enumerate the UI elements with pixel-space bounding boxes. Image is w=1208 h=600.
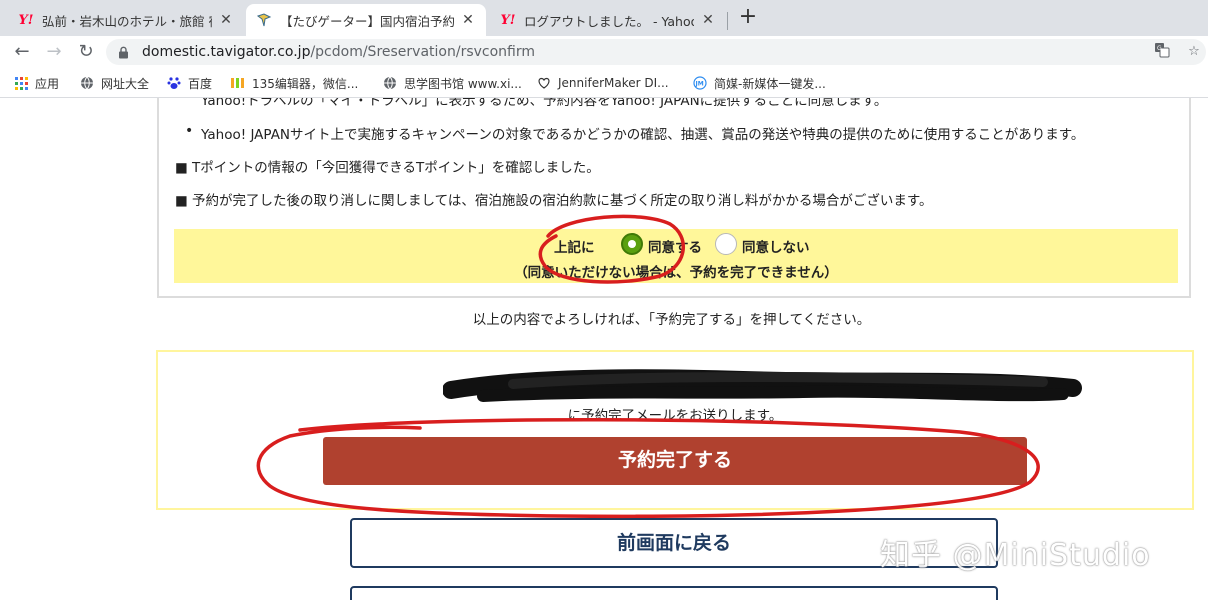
terms-box: Yahoo!トラベルの「マイ・トラベル」に表示するため、予約内容をYahoo! …	[157, 98, 1191, 298]
svg-text:G: G	[1157, 45, 1162, 52]
star-icon[interactable]: ☆	[1184, 42, 1204, 62]
mail-note: に予約完了メールをお送りします。	[567, 408, 783, 424]
bookmark-jianmei[interactable]: JM 简媒-新媒体一键发...	[693, 74, 826, 92]
redacted-email-scribble	[443, 369, 1082, 402]
url-path: /pcdom/Sreservation/rsvconfirm	[310, 44, 536, 60]
agree-radio[interactable]	[621, 233, 643, 255]
bookmarks-bar: 应用 网址大全 百度 135编辑器，微信... 思学图书馆 www.xi... …	[0, 68, 1208, 98]
svg-text:JM: JM	[695, 81, 704, 88]
baidu-paw-icon	[167, 76, 181, 90]
heart-scissors-icon	[537, 76, 551, 90]
tab-tabigator[interactable]: 【たびゲーター】国内宿泊予約 ✕	[246, 4, 486, 36]
tab-hotel-search[interactable]: Y! 弘前・岩木山のホテル・旅館 宿 ✕	[8, 4, 244, 36]
135-editor-icon	[231, 76, 245, 90]
tab-title: ログアウトしました。 - Yahoo!	[524, 13, 694, 29]
yahoo-icon: Y!	[18, 12, 34, 28]
url-text: domestic.tavigator.co.jp/pcdom/Sreservat…	[142, 39, 535, 65]
bookmark-label: JenniferMaker DI...	[558, 76, 669, 90]
bookmark-135-editor[interactable]: 135编辑器，微信...	[231, 74, 358, 92]
tabigator-icon	[256, 12, 272, 28]
secondary-button[interactable]	[350, 586, 998, 600]
bookmark-url-directory[interactable]: 网址大全	[80, 74, 149, 92]
terms-bullet: Yahoo!トラベルの「マイ・トラベル」に表示するため、予約内容をYahoo! …	[185, 98, 887, 109]
lock-icon	[118, 39, 129, 65]
address-bar[interactable]: domestic.tavigator.co.jp/pcdom/Sreservat…	[106, 39, 1206, 65]
tab-title: 弘前・岩木山のホテル・旅館 宿	[42, 13, 212, 29]
globe-icon	[383, 76, 397, 90]
back-arrow-icon[interactable]: ←	[10, 40, 34, 64]
radio-dot	[628, 240, 636, 248]
bookmark-label: 应用	[35, 76, 60, 91]
browser-toolbar: ← → ↻ domestic.tavigator.co.jp/pcdom/Sre…	[0, 36, 1208, 68]
bookmark-label: 思学图书馆 www.xi...	[404, 76, 522, 91]
close-icon[interactable]: ✕	[460, 12, 476, 28]
bookmark-label: 135编辑器，微信...	[252, 76, 359, 91]
apps-grid-icon	[14, 76, 28, 90]
globe-icon	[80, 76, 94, 90]
tab-separator	[727, 12, 728, 30]
agree-label[interactable]: 同意する	[648, 236, 702, 256]
terms-note-cancellation: ■ 予約が完了した後の取り消しに関しましては、宿泊施設の宿泊約款に基づく所定の取…	[175, 193, 933, 209]
agreement-warning: （同意いただけない場合は、予約を完了できません）	[514, 265, 838, 281]
url-domain: domestic.tavigator.co.jp	[142, 44, 311, 60]
yahoo-icon: Y!	[500, 12, 516, 28]
agreement-prefix: 上記に	[554, 240, 595, 256]
bookmark-label: 简媒-新媒体一键发...	[714, 76, 826, 91]
browser-tab-bar: Y! 弘前・岩木山のホテル・旅館 宿 ✕ 【たびゲーター】国内宿泊予約 ✕ Y!…	[0, 0, 1208, 36]
disagree-label[interactable]: 同意しない	[742, 236, 810, 256]
zhihu-watermark: 知乎 @MiniStudio	[880, 538, 1151, 573]
disagree-radio[interactable]	[715, 233, 737, 255]
agreement-row: 上記に 同意する 同意しない	[174, 229, 1178, 259]
confirm-instruction: 以上の内容でよろしければ、「予約完了する」を押してください。	[472, 312, 871, 328]
tab-title: 【たびゲーター】国内宿泊予約	[280, 13, 454, 29]
bookmark-jennifermaker[interactable]: JenniferMaker DI...	[537, 74, 669, 92]
new-tab-button[interactable]: +	[736, 6, 760, 30]
reload-icon[interactable]: ↻	[74, 40, 98, 64]
bookmark-baidu[interactable]: 百度	[167, 74, 212, 92]
tab-yahoo-logout[interactable]: Y! ログアウトしました。 - Yahoo! ✕	[490, 4, 726, 36]
translate-icon[interactable]: G	[1152, 42, 1172, 62]
jm-circle-icon: JM	[693, 76, 707, 90]
terms-note-tpoint: ■ Tポイントの情報の「今回獲得できるTポイント」を確認しました。	[175, 160, 600, 176]
complete-reservation-button[interactable]: 予約完了する	[323, 437, 1027, 485]
bookmark-apps[interactable]: 应用	[14, 74, 59, 92]
close-icon[interactable]: ✕	[700, 12, 716, 28]
agreement-panel: 上記に 同意する 同意しない （同意いただけない場合は、予約を完了できません）	[174, 229, 1178, 283]
terms-bullet: Yahoo! JAPANサイト上で実施するキャンペーンの対象であるかどうかの確認…	[185, 123, 1084, 143]
bookmark-sixue-library[interactable]: 思学图书馆 www.xi...	[383, 74, 522, 92]
bookmark-label: 百度	[188, 76, 213, 91]
confirm-box: に予約完了メールをお送りします。 予約完了する	[156, 350, 1194, 510]
forward-arrow-icon[interactable]: →	[42, 40, 66, 64]
close-icon[interactable]: ✕	[218, 12, 234, 28]
bookmark-label: 网址大全	[101, 76, 150, 91]
reservation-confirm-page: Yahoo!トラベルの「マイ・トラベル」に表示するため、予約内容をYahoo! …	[0, 98, 1208, 600]
